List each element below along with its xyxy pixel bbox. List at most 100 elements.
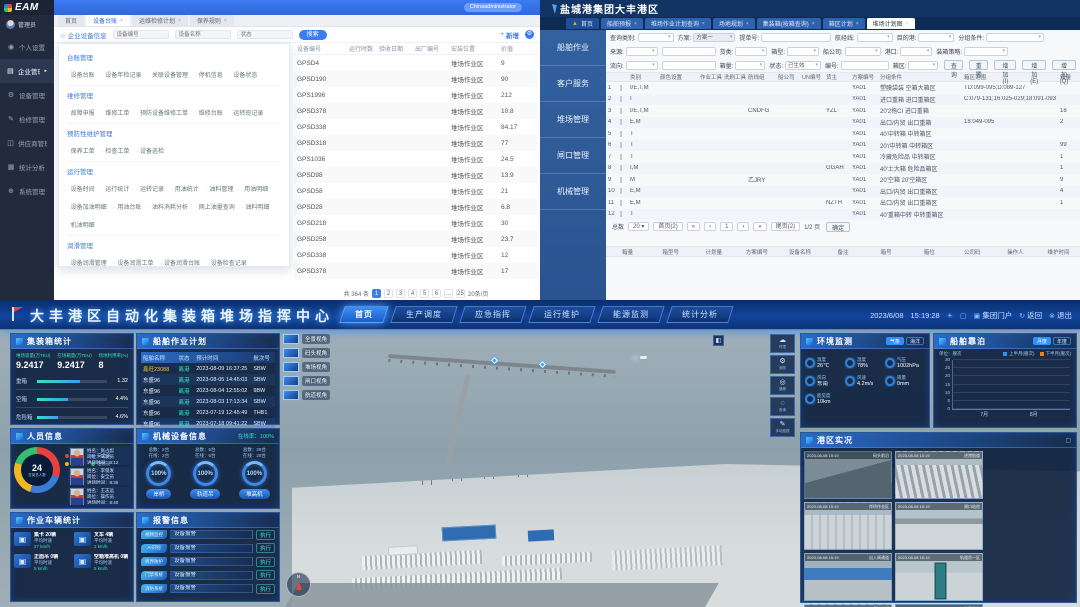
view-button-3[interactable]: 闸口视角 [283, 376, 330, 386]
pager-button[interactable]: » [753, 222, 766, 231]
eam-tab-1[interactable]: 设备台账× [86, 15, 130, 26]
menu-item[interactable]: 设备状态 [230, 70, 258, 79]
port-sidebar-item-3[interactable]: 闸口管理 [540, 138, 606, 174]
menu-item[interactable]: 设备润滑台账 [160, 258, 200, 267]
table-row[interactable]: GPSD4堆场作业区9 [294, 55, 538, 71]
plan-row[interactable]: 2IYA01进口重箱 进口重箱区C:079-131;16:025-029;18:… [606, 94, 1080, 106]
alarm-action-button[interactable]: 执行 [256, 530, 275, 540]
port-tab-6[interactable]: 堆场计划图× [867, 18, 915, 29]
menu-item[interactable]: 机油明细 [67, 220, 95, 229]
filter-select[interactable]: ▾ [787, 47, 819, 56]
env-tab-0[interactable]: 气象 [886, 337, 904, 345]
menu-item[interactable]: 用油台账 [114, 202, 142, 211]
menu-item[interactable]: 设备加油明细 [67, 202, 107, 211]
menu-item[interactable]: 设备润滑工单 [114, 258, 154, 267]
row-checkbox[interactable] [620, 131, 622, 137]
close-icon[interactable]: × [634, 21, 637, 27]
topbar-link[interactable]: ↻返回 [1019, 310, 1042, 321]
confirm-button[interactable]: 确定 [826, 222, 850, 232]
env-tab-1[interactable]: 海洋 [906, 337, 924, 345]
port-tab-4[interactable]: 集装箱(按箱查询)× [757, 18, 821, 29]
berth-tab-1[interactable]: 年度 [1053, 337, 1071, 345]
weather-icon[interactable]: ☁环境 [770, 334, 795, 353]
sidebar-item-1[interactable]: ▤企业管理▸ [0, 59, 54, 83]
plan-row[interactable]: 4E,MYA01出口/内贸 出口重箱18:049-0952 [606, 117, 1080, 129]
gauge-button[interactable]: 轨道吊 [190, 489, 221, 499]
camera-feed-1[interactable]: 2023-08-08 15:19进港航道 [895, 451, 983, 499]
camera-feed-3[interactable]: 2023-08-08 15:19闸口站房 [895, 502, 983, 550]
menu-item[interactable]: 用油统计 [171, 184, 199, 193]
filter-input[interactable] [841, 61, 889, 70]
menu-item[interactable]: 设备润滑管理 [67, 258, 107, 267]
ship-row[interactable]: 东盛96离港2023-08-03 17:13:34SBW [141, 396, 275, 407]
menu-item[interactable]: 运转班记录 [230, 108, 264, 117]
close-icon[interactable]: × [812, 21, 815, 27]
menu-item[interactable]: 保养工单 [67, 146, 95, 155]
row-checkbox[interactable] [620, 154, 622, 160]
plan-row[interactable]: 6TYA0120'/中转箱 中转箱区99 [606, 140, 1080, 152]
filter-input[interactable] [662, 47, 716, 56]
row-checkbox[interactable] [620, 96, 622, 102]
nav-tab-5[interactable]: 统计分析 [666, 306, 734, 323]
close-icon[interactable]: × [224, 18, 227, 24]
row-checkbox[interactable] [620, 108, 622, 114]
eam-tab-3[interactable]: 保养规则× [190, 15, 234, 26]
device-code-input[interactable] [113, 30, 169, 39]
menu-item[interactable]: 故障申报 [67, 108, 95, 117]
person-card[interactable]: 姓名：李俊发岗位：安全员进场时间：8:35 [68, 467, 130, 485]
pager-button[interactable]: ‹ [704, 222, 716, 231]
sidebar-item-0[interactable]: ◉个人设置 [0, 35, 54, 59]
row-checkbox[interactable] [620, 188, 622, 194]
alarm-action-button[interactable]: 执行 [256, 584, 275, 594]
port-tab-5[interactable]: 箱区计划× [823, 18, 865, 29]
filter-select[interactable]: ▾ [735, 47, 767, 56]
menu-item[interactable]: 网上油量查询 [195, 202, 235, 211]
page-size[interactable]: 20条/页 [468, 289, 488, 298]
camera-feed-2[interactable]: 2023-08-08 15:19岸桥作业区 [804, 502, 892, 550]
pager-button[interactable]: › [737, 222, 749, 231]
menu-item[interactable]: 设备检查记录 [207, 258, 247, 267]
eam-avatar-row[interactable]: 管理员 [0, 15, 54, 35]
action-button[interactable]: 增加(I) [994, 60, 1016, 70]
close-icon[interactable]: × [178, 18, 181, 24]
gear-icon[interactable]: ⚙ [525, 30, 534, 39]
menu-item[interactable]: 设备时间 [67, 184, 95, 193]
camera-feed-0[interactable]: 2023-08-08 15:19码头前沿 [804, 451, 892, 499]
row-checkbox[interactable] [620, 85, 622, 91]
port-sidebar-item-4[interactable]: 机械管理 [540, 174, 606, 210]
page-button[interactable]: … [444, 289, 453, 298]
ship-row[interactable]: 东盛96离港2023-08-05 14:45:03SBW [141, 374, 275, 385]
port-tab-2[interactable]: 堆场作业计划查询× [645, 18, 711, 29]
status-input[interactable] [237, 30, 293, 39]
plan-row[interactable]: 12TYA0140'重箱中转 中转重箱区 [606, 209, 1080, 221]
filter-input[interactable] [662, 61, 716, 70]
ship-row[interactable]: 鑫旺23088离港2023-08-09 16:37:25SBW [141, 363, 275, 374]
table-row[interactable]: GPSD28堆场作业区6.8 [294, 199, 538, 215]
table-row[interactable]: GPSD378堆场作业区10.8 [294, 103, 538, 119]
query-icon[interactable]: ◌查询 [770, 397, 795, 416]
table-row[interactable]: GPS1996堆场作业区212 [294, 87, 538, 103]
page-button[interactable]: 2 [384, 289, 393, 298]
port-sidebar-item-2[interactable]: 堆场管理 [540, 102, 606, 138]
plan-row[interactable]: 1I/E,T,MYA01塑膜袋装 空箱大箱区TD:099-095;D:089-1… [606, 82, 1080, 94]
nav-tab-3[interactable]: 运行维护 [528, 306, 596, 323]
table-row[interactable]: GPSD338堆场作业区12 [294, 247, 538, 263]
plan-row[interactable]: 11E,MNZTHYA01出口/内贸 出口重箱区1 [606, 197, 1080, 209]
topbar-link[interactable]: ⊗退出 [1049, 310, 1072, 321]
camera-feed-5[interactable]: 2023-08-08 15:19轨道吊一区 [895, 553, 983, 601]
search-button[interactable]: 搜索 [299, 30, 327, 40]
patrol-icon[interactable]: ✎手动巡视 [770, 418, 795, 437]
alarm-row[interactable]: 周界防护设备报警执行 [137, 555, 279, 569]
plan-row[interactable]: 7TYA01冷藏危险品 中转箱区1 [606, 151, 1080, 163]
filter-select[interactable]: ▾ [857, 33, 893, 42]
pager-button[interactable]: 首页(2) [653, 222, 682, 231]
person-card[interactable]: 姓名：张占彪岗位：驾驶员进场时间：8:12 [68, 447, 130, 465]
device-name-input[interactable] [175, 30, 231, 39]
ship-row[interactable]: 东盛96离港2023-07-19 12:45:49THB1 [141, 407, 275, 418]
security-icon[interactable]: ⚙安防 [770, 355, 795, 374]
gauge-button[interactable]: 岸桥 [146, 489, 171, 499]
filter-select[interactable]: ▾ [918, 33, 954, 42]
filter-select[interactable]: ▾ [638, 33, 674, 42]
port-sidebar-item-0[interactable]: 船舶作业 [540, 30, 606, 66]
page-button[interactable]: 3 [396, 289, 405, 298]
